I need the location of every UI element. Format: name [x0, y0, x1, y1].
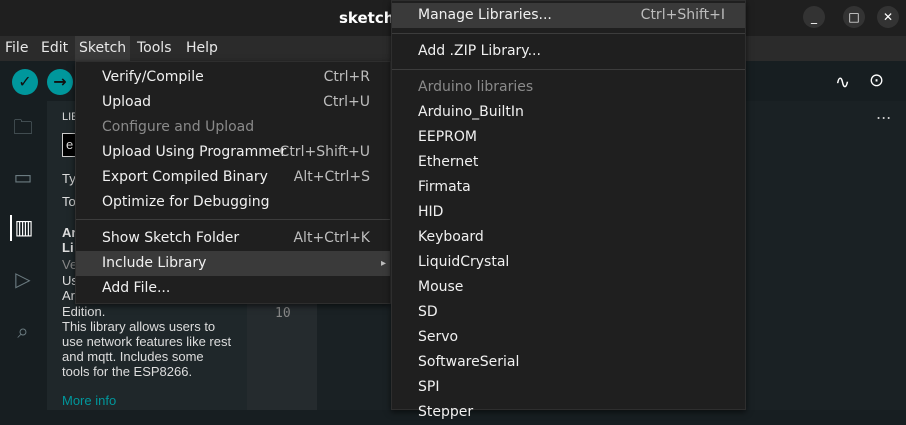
- library-description: Edition. This library allows users to us…: [62, 304, 232, 379]
- library-item[interactable]: Ethernet: [392, 150, 745, 175]
- library-item[interactable]: SD: [392, 300, 745, 325]
- search-icon[interactable]: ⌕: [10, 319, 36, 345]
- more-info-link[interactable]: More info: [62, 393, 116, 408]
- menu-item-add-zip[interactable]: Add .ZIP Library...: [392, 39, 745, 64]
- section-arduino-libraries: Arduino libraries: [418, 79, 534, 95]
- menu-item-configure-upload: Configure and Upload: [102, 119, 255, 135]
- library-icon[interactable]: ▥: [10, 215, 36, 241]
- menu-edit[interactable]: Edit: [41, 40, 68, 56]
- serial-monitor-icon[interactable]: ⊙: [869, 70, 884, 91]
- chevron-right-icon: ▸: [380, 258, 386, 269]
- activity-bar: 🗀 ▭ ▥ ▷ ⌕: [0, 101, 47, 410]
- menu-separator: [392, 69, 745, 70]
- upload-button[interactable]: →: [47, 69, 73, 95]
- maximize-button[interactable]: □: [843, 6, 865, 28]
- menu-item-include-library[interactable]: Include Library ▸: [76, 251, 390, 276]
- library-item[interactable]: LiquidCrystal: [392, 250, 745, 275]
- menu-item-upload-programmer[interactable]: Upload Using Programmer Ctrl+Shift+U: [76, 140, 390, 165]
- library-item[interactable]: SoftwareSerial: [392, 350, 745, 375]
- folder-icon[interactable]: 🗀: [10, 113, 36, 139]
- menu-help[interactable]: Help: [186, 40, 218, 56]
- library-item[interactable]: SPI: [392, 375, 745, 400]
- board-icon[interactable]: ▭: [10, 165, 36, 191]
- minimize-button[interactable]: _: [803, 6, 825, 28]
- menu-item-optimize-debug[interactable]: Optimize for Debugging: [76, 190, 390, 215]
- menu-item-verify[interactable]: Verify/Compile Ctrl+R: [76, 65, 390, 90]
- menu-file[interactable]: File: [5, 40, 28, 56]
- type-filter[interactable]: Ty: [62, 171, 76, 186]
- include-library-submenu: Manage Libraries... Ctrl+Shift+I Add .ZIP…: [391, 0, 746, 420]
- debug-icon[interactable]: ▷: [10, 267, 36, 293]
- menu-item-show-folder[interactable]: Show Sketch Folder Alt+Ctrl+K: [76, 226, 390, 251]
- library-item[interactable]: Servo: [392, 325, 745, 350]
- line-number: 10: [275, 306, 291, 321]
- topic-filter[interactable]: To: [62, 194, 76, 209]
- library-item[interactable]: Arduino_BuiltIn: [392, 100, 745, 125]
- library-item[interactable]: HID: [392, 200, 745, 225]
- serial-plotter-icon[interactable]: ∿: [835, 72, 850, 93]
- menu-item-manage-libraries[interactable]: Manage Libraries... Ctrl+Shift+I: [392, 3, 745, 28]
- menu-separator: [392, 33, 745, 34]
- close-button[interactable]: ✕: [877, 6, 899, 28]
- library-item[interactable]: Mouse: [392, 275, 745, 300]
- library-item[interactable]: EEPROM: [392, 125, 745, 150]
- menu-sketch[interactable]: Sketch: [75, 36, 131, 61]
- more-icon[interactable]: ...: [876, 104, 891, 123]
- menu-item-add-file[interactable]: Add File...: [76, 276, 390, 301]
- library-item[interactable]: Keyboard: [392, 225, 745, 250]
- sketch-menu: Verify/Compile Ctrl+R Upload Ctrl+U Config…: [75, 61, 391, 304]
- verify-button[interactable]: ✓: [12, 69, 38, 95]
- library-item[interactable]: Firmata: [392, 175, 745, 200]
- menu-separator: [76, 219, 390, 220]
- menu-item-upload[interactable]: Upload Ctrl+U: [76, 90, 390, 115]
- menu-item-export-binary[interactable]: Export Compiled Binary Alt+Ctrl+S: [76, 165, 390, 190]
- menu-tools[interactable]: Tools: [137, 40, 172, 56]
- library-item[interactable]: Stepper: [392, 400, 745, 425]
